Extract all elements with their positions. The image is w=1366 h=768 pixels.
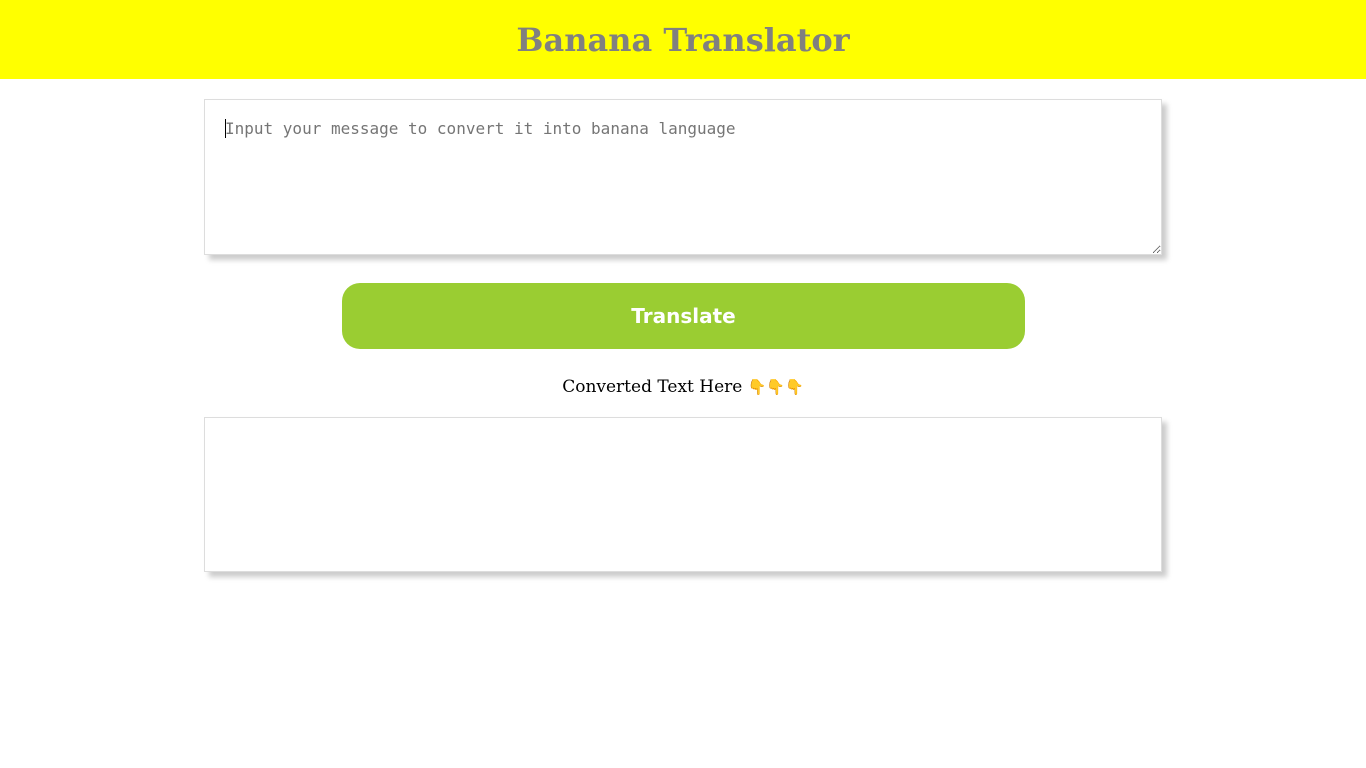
page-title: Banana Translator <box>516 20 850 59</box>
app-header: Banana Translator <box>0 0 1366 79</box>
output-label-text: Converted Text Here <box>562 377 743 397</box>
pointing-down-icon: 👇👇👇 <box>747 378 804 396</box>
translate-button[interactable]: Translate <box>342 283 1025 349</box>
output-box <box>204 417 1162 572</box>
text-cursor <box>225 119 226 138</box>
message-input[interactable] <box>204 99 1162 255</box>
main-content: Translate Converted Text Here 👇👇👇 <box>0 79 1366 768</box>
output-heading: Converted Text Here 👇👇👇 <box>0 377 1366 397</box>
